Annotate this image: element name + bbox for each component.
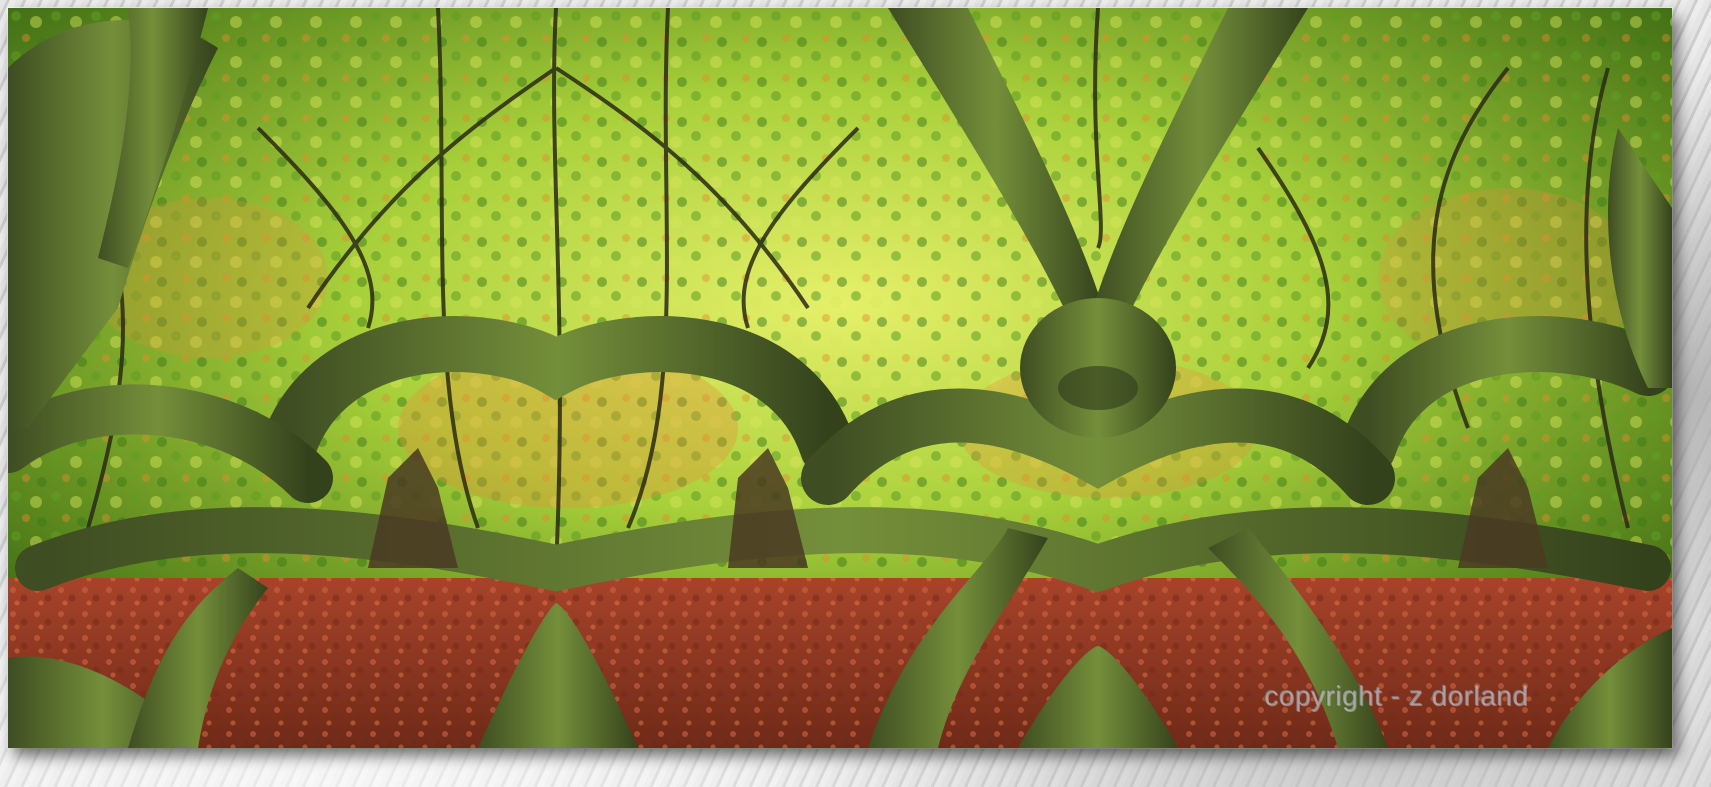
copyright-watermark: copyright - z dorland (1264, 680, 1529, 711)
photo: copyright - z dorland (8, 8, 1672, 748)
mirrored-tree-photo (8, 8, 1672, 748)
